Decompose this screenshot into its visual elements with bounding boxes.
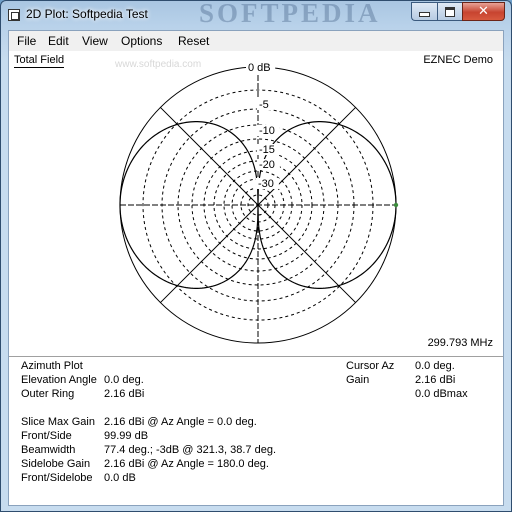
info-label-outer-ring: Outer Ring (21, 388, 75, 400)
minimize-button[interactable] (411, 2, 437, 21)
polar-plot[interactable]: 0 dB -5 -10 -15 -20 -30 (9, 51, 503, 356)
ring-label-0: 0 dB (248, 62, 271, 74)
menu-view[interactable]: View (82, 34, 108, 48)
ring-label-3: -15 (259, 144, 275, 156)
close-icon: ✕ (478, 4, 489, 19)
info-value-elevation-angle: 0.0 deg. (104, 374, 144, 386)
frequency-label: 299.793 MHz (427, 337, 493, 349)
menu-reset[interactable]: Reset (178, 34, 209, 48)
info-value-front-sidelobe: 0.0 dB (104, 472, 136, 484)
polar-plot-area[interactable]: 0 dB -5 -10 -15 -20 -30 Total Field www.softp… (9, 51, 503, 356)
menu-edit[interactable]: Edit (48, 34, 69, 48)
info-value-front-side: 99.99 dB (104, 430, 149, 442)
info-label-elevation-angle: Elevation Angle (21, 374, 97, 386)
app-icon[interactable] (8, 9, 20, 21)
info-value-gain: 2.16 dBi (415, 374, 456, 386)
menu-options[interactable]: Options (121, 34, 162, 48)
info-label-front-sidelobe: Front/Sidelobe (21, 472, 93, 484)
info-label-cursor-az: Cursor Az (346, 360, 395, 372)
info-label-slice-max-gain: Slice Max Gain (21, 416, 95, 428)
menu-file[interactable]: File (17, 34, 36, 48)
ring-label-4: -20 (259, 159, 275, 171)
info-label-azimuth-plot: Azimuth Plot (21, 360, 83, 372)
cursor-marker (393, 202, 399, 208)
info-label-sidelobe-gain: Sidelobe Gain (21, 458, 91, 470)
softpedia-url-watermark: www.softpedia.com (115, 59, 202, 70)
minimize-icon (419, 12, 430, 17)
maximize-icon (445, 6, 455, 17)
title-bar[interactable]: 2D Plot: Softpedia Test SOFTPEDIA ✕ (1, 0, 511, 29)
ring-label-2: -10 (259, 125, 275, 137)
close-button[interactable]: ✕ (462, 2, 505, 21)
info-value-sidelobe-gain: 2.16 dBi @ Az Angle = 180.0 deg. (104, 458, 269, 470)
maximize-button[interactable] (437, 2, 462, 21)
eznec-demo-label: EZNEC Demo (423, 54, 493, 66)
info-value-beamwidth: 77.4 deg.; -3dB @ 321.3, 38.7 deg. (104, 444, 277, 456)
info-value-outer-ring: 2.16 dBi (104, 388, 145, 400)
client-area: File Edit View Options Reset 0 dB -5 -10 -1… (8, 30, 504, 506)
menu-bar: File Edit View Options Reset (9, 31, 503, 51)
ring-label-1: -5 (259, 99, 269, 111)
info-label-front-side: Front/Side (21, 430, 72, 442)
info-label-gain: Gain (346, 374, 370, 386)
plot-window: 2D Plot: Softpedia Test SOFTPEDIA ✕ File… (0, 0, 512, 512)
info-value-cursor-az: 0.0 deg. (415, 360, 455, 372)
total-field-label[interactable]: Total Field (14, 54, 65, 68)
info-panel: Azimuth Plot Elevation Angle 0.0 deg. Ou… (9, 359, 503, 505)
info-value-slice-max-gain: 2.16 dBi @ Az Angle = 0.0 deg. (104, 416, 257, 428)
ring-label-5: -30 (258, 178, 274, 190)
info-value-dbmax: 0.0 dBmax (415, 388, 468, 400)
softpedia-watermark: SOFTPEDIA (199, 0, 381, 28)
divider (9, 356, 503, 358)
window-title: 2D Plot: Softpedia Test (26, 7, 148, 21)
info-label-beamwidth: Beamwidth (21, 444, 76, 456)
